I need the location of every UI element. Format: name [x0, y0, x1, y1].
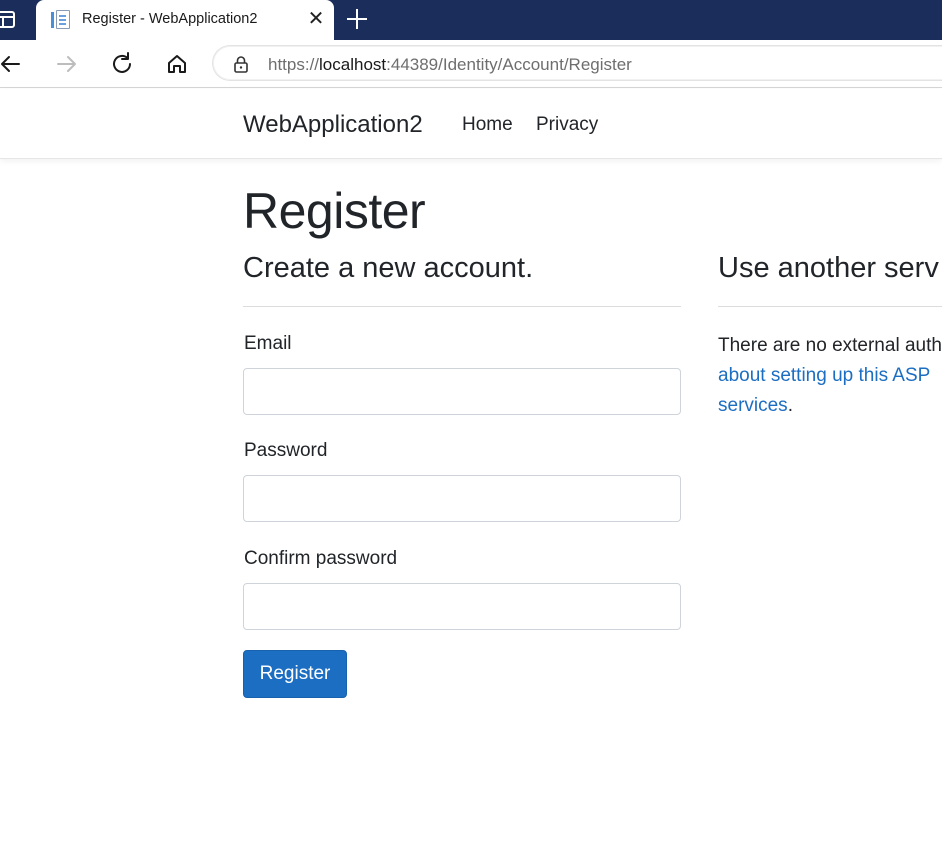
site-brand-link[interactable]: WebApplication2: [243, 111, 423, 139]
external-article-link[interactable]: about setting up this ASP: [718, 365, 930, 386]
address-bar[interactable]: https://localhost:44389/Identity/Account…: [212, 45, 942, 81]
email-label: Email: [244, 333, 292, 354]
form-divider: [243, 306, 681, 307]
confirm-password-input[interactable]: [243, 583, 681, 630]
nav-link-privacy[interactable]: Privacy: [536, 114, 598, 136]
tab-actions-icon[interactable]: [0, 11, 15, 28]
tab-close-icon[interactable]: ✕: [306, 9, 326, 29]
page-title: Register: [243, 183, 426, 239]
external-login-heading: Use another serv: [718, 252, 939, 284]
tab-title: Register - WebApplication2: [82, 11, 258, 27]
password-label: Password: [244, 440, 328, 461]
lock-icon[interactable]: [231, 54, 251, 74]
browser-tab-active[interactable]: Register - WebApplication2 ✕: [36, 0, 334, 40]
password-input[interactable]: [243, 475, 681, 522]
external-divider: [718, 306, 942, 307]
external-services-link[interactable]: services: [718, 395, 788, 416]
register-submit-button[interactable]: Register: [243, 650, 347, 698]
browser-tabstrip: Register - WebApplication2 ✕: [0, 0, 942, 40]
external-login-message: There are no external auth about setting…: [718, 331, 942, 421]
page-favicon-icon: [51, 10, 70, 30]
reload-icon[interactable]: [106, 48, 138, 80]
back-arrow-icon[interactable]: [0, 48, 27, 80]
form-heading: Create a new account.: [243, 252, 534, 284]
external-text-period: .: [787, 395, 793, 416]
home-icon[interactable]: [161, 48, 193, 80]
url-text[interactable]: https://localhost:44389/Identity/Account…: [268, 55, 632, 75]
external-text: There are no external auth: [718, 335, 942, 356]
browser-toolbar: https://localhost:44389/Identity/Account…: [0, 40, 942, 88]
email-input[interactable]: [243, 368, 681, 415]
new-tab-icon[interactable]: [345, 7, 369, 31]
nav-link-home[interactable]: Home: [462, 114, 513, 136]
site-navbar: WebApplication2 Home Privacy: [0, 89, 942, 159]
confirm-password-label: Confirm password: [244, 548, 398, 569]
forward-arrow-icon: [50, 48, 82, 80]
